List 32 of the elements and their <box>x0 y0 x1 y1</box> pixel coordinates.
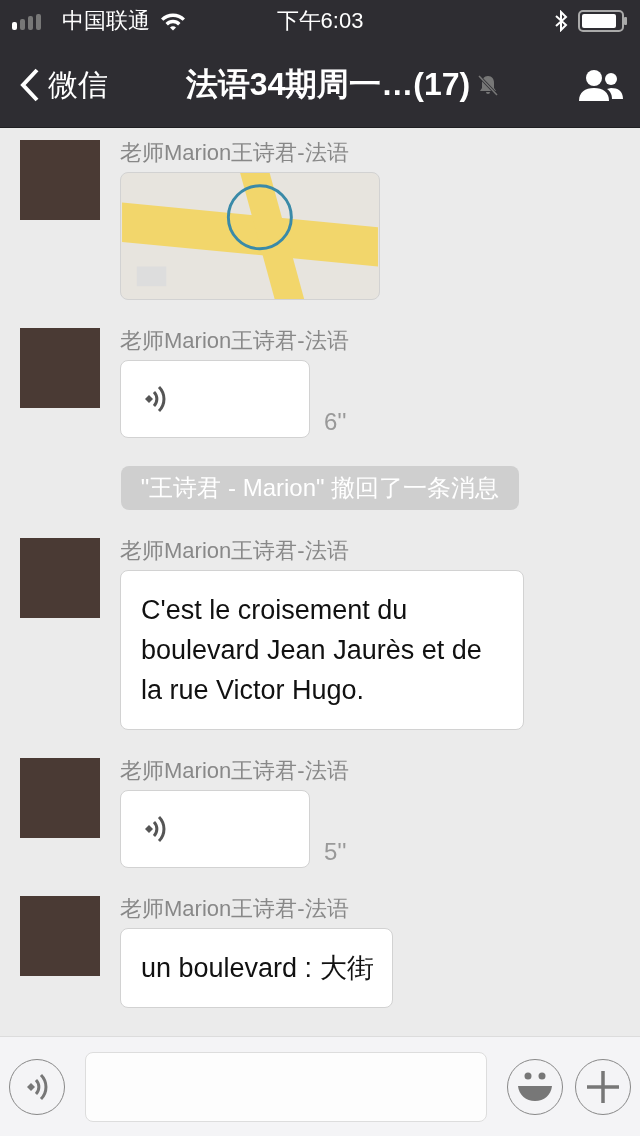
status-time: 下午6:03 <box>276 7 364 35</box>
avatar-photo-placeholder[interactable] <box>20 896 100 976</box>
voice-message-bubble[interactable] <box>120 790 310 868</box>
avatar-photo-placeholder[interactable] <box>20 140 100 220</box>
message-bubble: un boulevard : 大街 <box>120 928 393 1008</box>
voice-message-bubble[interactable] <box>120 360 310 438</box>
wifi-icon <box>160 11 186 31</box>
sender-name: 老师Marion王诗君-法语 <box>120 896 350 922</box>
chevron-left-icon <box>20 68 40 102</box>
plus-icon <box>586 1069 620 1104</box>
back-button[interactable]: 微信 <box>20 64 108 106</box>
message-input-field[interactable] <box>85 1051 487 1122</box>
carrier-name: 中国联通 <box>62 7 150 35</box>
avatar-photo-placeholder[interactable] <box>20 758 100 838</box>
voice-wave-icon <box>143 384 167 414</box>
people-icon <box>578 68 624 102</box>
voice-duration: 6'' <box>324 408 347 437</box>
bluetooth-icon <box>554 10 568 32</box>
battery-icon <box>578 10 628 32</box>
sender-name: 老师Marion王诗君-法语 <box>120 758 349 784</box>
map-placeholder[interactable] <box>120 172 380 300</box>
message-bubble: C'est le croisement du boulevard Jean Jaurès et de la rue Victor Hugo. <box>120 570 524 730</box>
sender-name: 老师Marion王诗君-法语 <box>120 140 350 166</box>
chat-title: 法语34期周一…(17) <box>185 65 471 104</box>
sender-name: 老师Marion王诗君-法语 <box>120 538 350 564</box>
sender-name: 老师Marion王诗君-法语 <box>120 328 349 354</box>
smiley-icon <box>517 1071 553 1102</box>
avatar-photo-placeholder[interactable] <box>20 328 100 408</box>
voice-wave-icon <box>143 814 167 844</box>
voice-duration: 5'' <box>324 838 347 867</box>
group-members-button[interactable] <box>578 68 624 102</box>
avatar-photo-placeholder[interactable] <box>20 538 100 618</box>
